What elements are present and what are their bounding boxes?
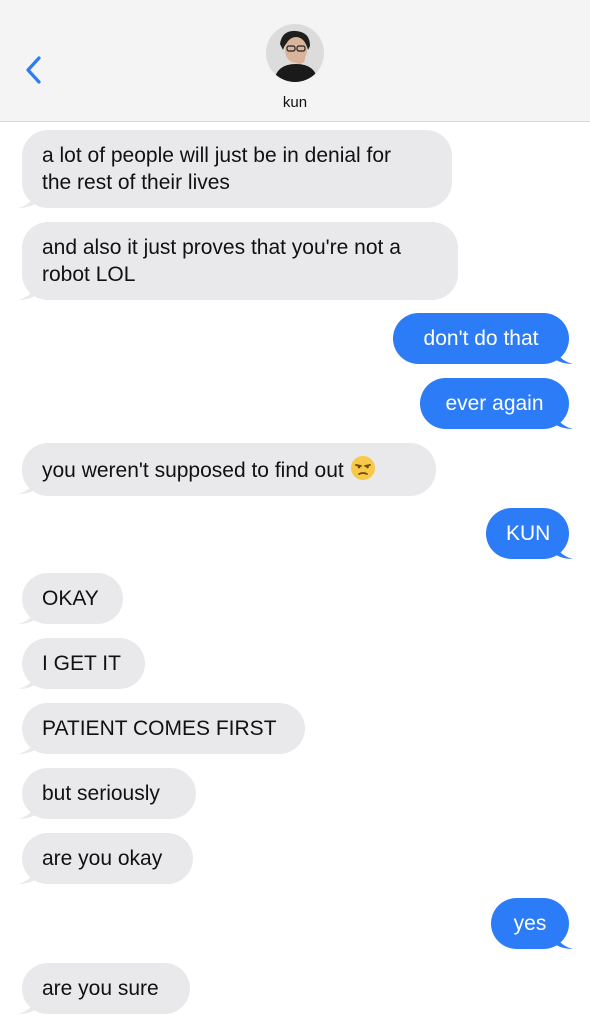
message-text: are you sure [42, 977, 159, 1000]
message-text: yes [513, 912, 547, 935]
message-text: but seriously [42, 782, 160, 805]
message-text: PATIENT COMES FIRST [42, 717, 277, 740]
bubble-tail [553, 929, 573, 949]
message-bubble-incoming[interactable]: but seriously [22, 768, 196, 819]
bubble-tail [18, 188, 38, 208]
bubble-tail [18, 474, 38, 494]
unamused-face-icon [350, 456, 375, 480]
message-bubble-incoming[interactable]: PATIENT COMES FIRST [22, 703, 305, 754]
message-text: OKAY [42, 587, 99, 610]
message-text: are you okay [42, 847, 163, 870]
message-text: robot LOL [42, 263, 136, 286]
bubble-tail [18, 280, 38, 300]
bubble-tail [18, 734, 38, 754]
message-text: don't do that [423, 327, 539, 350]
bubble-tail [18, 799, 38, 819]
message-text: and also it just proves that you're not … [42, 236, 401, 259]
message-text: the rest of their lives [42, 171, 230, 194]
bubble-tail [18, 994, 38, 1014]
message-bubble-incoming[interactable]: a lot of people will just be in denial f… [22, 130, 452, 208]
message-bubble-incoming[interactable]: are you okay [22, 833, 193, 884]
bubble-tail [553, 344, 573, 364]
message-bubble-outgoing[interactable]: don't do that [393, 313, 569, 364]
bubble-tail [553, 409, 573, 429]
message-text: I GET IT [42, 652, 121, 675]
bubble-tail [18, 604, 38, 624]
message-bubble-outgoing[interactable]: ever again [420, 378, 569, 429]
message-text: KUN [506, 522, 551, 545]
message-bubble-incoming[interactable]: and also it just proves that you're not … [22, 222, 458, 300]
bubble-tail [553, 539, 573, 559]
message-bubble-incoming[interactable]: I GET IT [22, 638, 145, 689]
message-bubble-incoming[interactable]: are you sure [22, 963, 190, 1014]
bubble-tail [18, 669, 38, 689]
bubble-tail [18, 864, 38, 884]
message-text: a lot of people will just be in denial f… [42, 144, 392, 167]
message-bubble-incoming[interactable]: you weren't supposed to find out [22, 443, 436, 496]
message-thread: a lot of people will just be in denial f… [0, 0, 590, 1024]
message-text: ever again [445, 392, 544, 415]
message-text: you weren't supposed to find out [42, 459, 344, 482]
